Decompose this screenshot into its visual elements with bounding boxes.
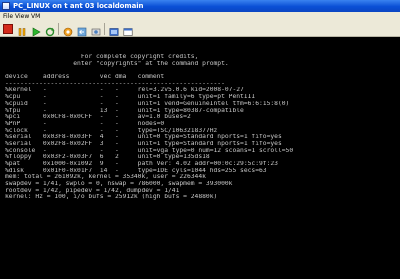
menu-bar: File View VM <box>0 12 400 21</box>
console-line: kernel: Hz = 100, i/o bufs = 25912k (hig… <box>5 194 218 201</box>
title-bar[interactable]: PC_LINUX on t ant 03 localdomain <box>0 0 400 12</box>
console-line: mem: total = 261092k, kernel = 35340k, u… <box>5 174 206 181</box>
quick-switch-icon[interactable] <box>123 24 133 36</box>
console-line: %disk 0x01F0-0x01F7 14 - type=IDE cyls=1… <box>5 167 267 174</box>
stop-icon[interactable] <box>3 24 13 34</box>
console-line: ----------------------------------------… <box>5 80 225 87</box>
fullscreen-icon[interactable] <box>109 24 119 36</box>
console-line: swapdev = 1/41, swplo = 0, nswap = 78600… <box>5 181 233 188</box>
console-line: rootdev = 1/42, pipedev = 1/42, dumpdev … <box>5 187 180 194</box>
menu-vm[interactable]: VM <box>31 12 40 21</box>
console-line: For complete copyright credits, <box>5 54 199 60</box>
console-line: %pci 0x0CF8-0x0CFF - - av=1.0 buses=2 <box>5 114 191 121</box>
menu-file[interactable]: File <box>3 12 13 21</box>
console-line: %serial 0x03F8-0x03FF 4 - unit=0 type=St… <box>5 134 282 141</box>
app-icon <box>2 2 10 10</box>
console-line: %kernel - - - rel=3.2v5.0.6 kid=2008-07-… <box>5 87 244 94</box>
console-line: %cpu - - - unit=1 family=6 type=pt PentI… <box>5 94 256 101</box>
revert-icon[interactable] <box>77 24 87 37</box>
console-line: %pat 0x1000-0x1092 9 - path Ver: 4.02 ad… <box>5 161 278 167</box>
console-line: %fpu - 13 - unit=1 type=80387-compatible <box>5 107 244 114</box>
console-line: %clock - - - type=TSC/1063218377Hz <box>5 127 218 134</box>
toolbar <box>0 21 400 37</box>
console-line: %floppy 0x03F2-0x03F7 6 2 unit=0 type=13… <box>5 154 210 161</box>
console-line: %PnP - - - nodes=0 <box>5 120 165 127</box>
play-icon[interactable] <box>31 24 41 37</box>
console-line: enter "copyrights" at the command prompt… <box>5 60 229 67</box>
toolbar-separator <box>58 23 59 35</box>
window-title: PC_LINUX on t ant 03 localdomain <box>13 2 144 10</box>
toolbar-separator <box>104 23 105 35</box>
manage-snapshots-icon[interactable] <box>91 24 101 36</box>
console-line: %cpuid - - - unit=1 vend=GenuineIntel tf… <box>5 100 290 107</box>
vm-console-screen[interactable]: For complete copyright credits, enter "c… <box>0 37 400 279</box>
console-line: %console - - - unit=vga type=0 num=12 sc… <box>5 147 294 154</box>
menu-view[interactable]: View <box>15 12 29 21</box>
console-output: For complete copyright credits, enter "c… <box>5 54 397 201</box>
console-line: %serial 0x02F8-0x02FF 3 - unit=1 type=St… <box>5 140 282 147</box>
reset-icon[interactable] <box>45 24 55 37</box>
snapshot-icon[interactable] <box>63 24 73 37</box>
console-line: device address vec dma comment <box>5 74 165 81</box>
pause-icon[interactable] <box>17 24 27 36</box>
vm-window: PC_LINUX on t ant 03 localdomain File Vi… <box>0 0 400 279</box>
